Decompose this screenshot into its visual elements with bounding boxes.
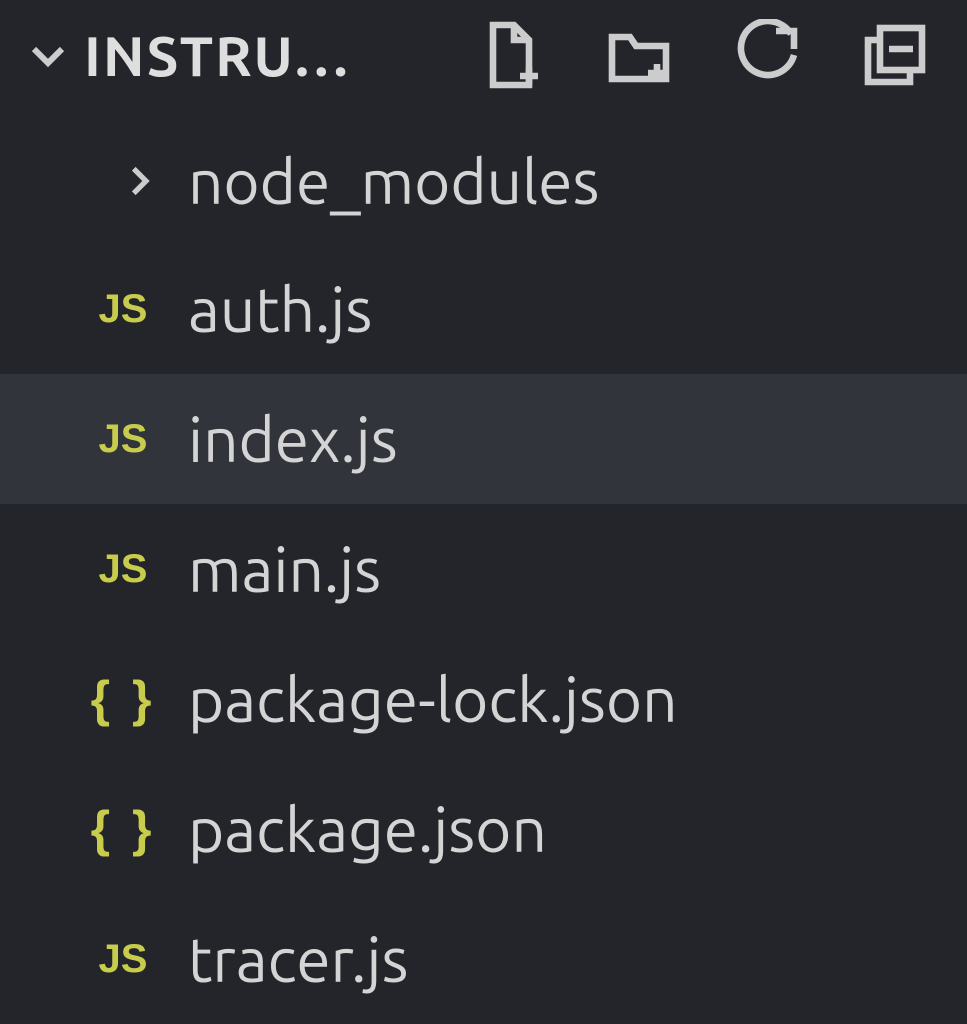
- new-folder-button[interactable]: [599, 15, 679, 95]
- tree-file-label: tracer.js: [188, 924, 408, 994]
- js-file-icon: JS: [88, 417, 158, 462]
- tree-file[interactable]: JS main.js: [0, 504, 967, 634]
- json-file-icon: { }: [88, 800, 158, 858]
- tree-file[interactable]: { } package.json: [0, 764, 967, 894]
- tree-file-label: index.js: [188, 404, 398, 474]
- file-list: JS auth.js JS index.js JS main.js { } package-l…: [0, 244, 967, 1024]
- tree-file[interactable]: JS tracer.js: [0, 894, 967, 1024]
- explorer-header: INSTRU…: [0, 0, 967, 110]
- js-file-icon: JS: [88, 937, 158, 982]
- tree-file-label: main.js: [188, 534, 381, 604]
- tree-file[interactable]: { } package-lock.json: [0, 634, 967, 764]
- json-file-icon: { }: [88, 670, 158, 728]
- tree-file-label: auth.js: [188, 274, 372, 344]
- chevron-down-icon[interactable]: [18, 31, 78, 79]
- chevron-right-icon: [112, 160, 166, 202]
- tree-file-label: package-lock.json: [188, 664, 678, 734]
- new-file-button[interactable]: [471, 15, 551, 95]
- tree-file[interactable]: JS index.js: [0, 374, 967, 504]
- tree-file-label: package.json: [188, 794, 547, 864]
- refresh-button[interactable]: [727, 15, 807, 95]
- tree-folder-label: node_modules: [188, 146, 599, 216]
- js-file-icon: JS: [88, 287, 158, 332]
- tree-folder[interactable]: node_modules: [0, 118, 967, 244]
- header-actions: [471, 15, 947, 95]
- file-tree: node_modules JS auth.js JS index.js JS main.j…: [0, 110, 967, 1024]
- tree-file[interactable]: JS auth.js: [0, 244, 967, 374]
- js-file-icon: JS: [88, 547, 158, 592]
- project-title: INSTRU…: [84, 24, 351, 87]
- collapse-all-button[interactable]: [855, 15, 935, 95]
